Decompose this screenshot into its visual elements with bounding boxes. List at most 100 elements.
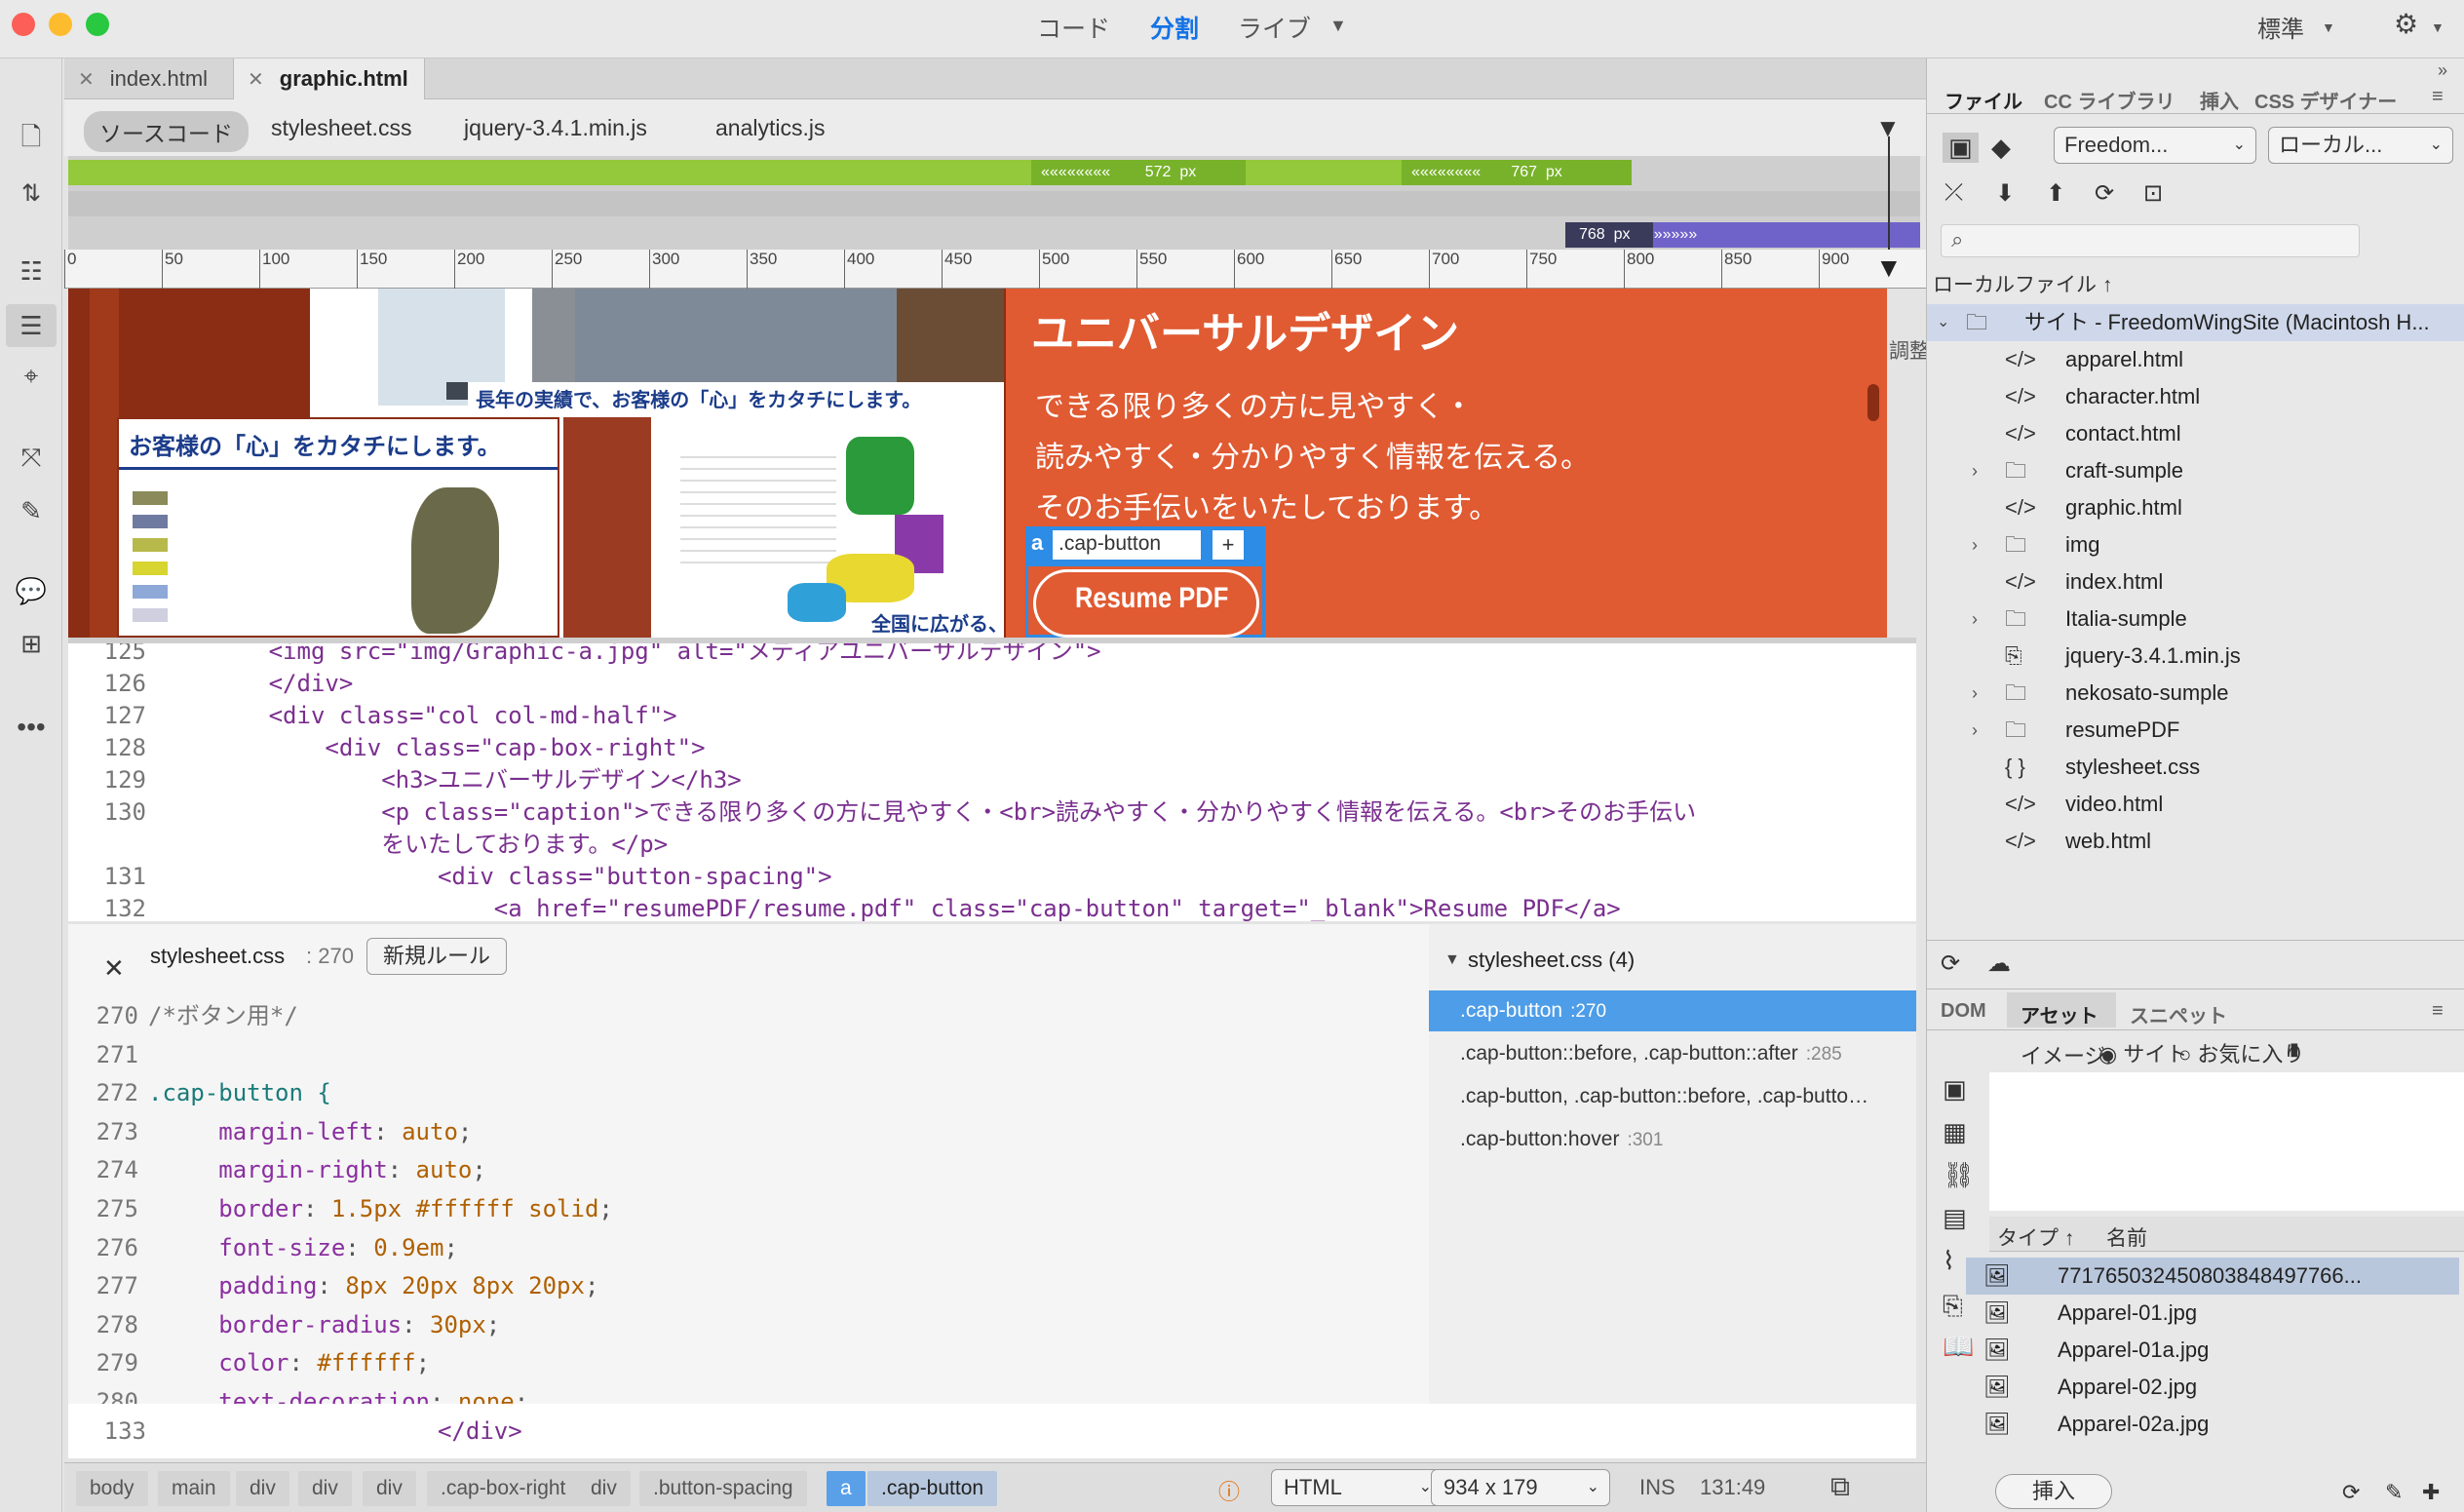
- code-navigator-icon[interactable]: ⊞: [6, 622, 57, 665]
- css-line[interactable]: 273 margin-left: auto;: [68, 1116, 473, 1147]
- panel-tab-cc-libraries[interactable]: CC ライブラリ: [2044, 86, 2175, 114]
- file-row[interactable]: { } stylesheet.css: [1927, 749, 2464, 786]
- wrap-tag-icon[interactable]: ✎: [6, 489, 57, 532]
- live-view[interactable]: 長年の実績で、お客様の「心」をカタチにします。 お客様の「心」をカタチにします。…: [68, 289, 1887, 638]
- comment-icon[interactable]: 💬: [6, 569, 57, 612]
- close-quick-edit-icon[interactable]: ✕: [103, 953, 125, 984]
- viewport-resize-handle-icon[interactable]: ▼: [1875, 253, 1903, 283]
- breadcrumb-item[interactable]: .button-spacing: [639, 1471, 807, 1506]
- file-search-input[interactable]: ⌕: [1941, 224, 2360, 257]
- cc-sync-icon[interactable]: ☁: [1987, 950, 2011, 978]
- breadcrumb-item[interactable]: body: [76, 1471, 148, 1506]
- asset-row[interactable]: 🖼 Apparel-02a.jpg: [1966, 1406, 2459, 1443]
- css-line[interactable]: 275 border: 1.5px #ffffff solid;: [68, 1193, 613, 1224]
- workspace-switcher[interactable]: 標準: [2257, 10, 2304, 44]
- breadcrumb-item[interactable]: div: [236, 1471, 289, 1506]
- add-favorite-icon[interactable]: ✚: [2422, 1480, 2440, 1505]
- view-menu-chevron-icon[interactable]: ▼: [1329, 16, 1347, 36]
- panel-tab-insert[interactable]: 挿入: [2200, 86, 2239, 114]
- asset-row[interactable]: 🖼 Apparel-01.jpg: [1966, 1295, 2459, 1332]
- breadcrumb-item[interactable]: a: [827, 1471, 866, 1506]
- code-line[interactable]: 129 <h3>ユニバーサルデザイン</h3>: [68, 764, 742, 795]
- css-line[interactable]: 274 margin-right: auto;: [68, 1154, 486, 1185]
- code-line[interactable]: 132 <a href="resumePDF/resume.pdf" class…: [68, 893, 1621, 921]
- workspace-chevron-icon[interactable]: ▼: [2322, 19, 2335, 35]
- add-class-button[interactable]: +: [1213, 530, 1244, 560]
- file-row[interactable]: › 🗀 resumePDF: [1927, 712, 2464, 749]
- css-line[interactable]: 276 font-size: 0.9em;: [68, 1232, 458, 1263]
- put-files-icon[interactable]: ⬆: [2046, 179, 2065, 208]
- assets-menu-icon[interactable]: ≡: [2432, 1000, 2444, 1023]
- live-code-icon[interactable]: ☷: [6, 250, 57, 292]
- breadcrumb-item[interactable]: div: [577, 1471, 631, 1506]
- expand-arrow-icon[interactable]: ›: [1972, 712, 1978, 749]
- more-tools-icon[interactable]: •••: [6, 706, 57, 749]
- document-type-select[interactable]: HTML ⌄: [1271, 1469, 1443, 1506]
- tab-assets[interactable]: アセット: [2021, 1000, 2098, 1028]
- edit-asset-icon[interactable]: ✎: [2385, 1480, 2403, 1505]
- expand-view-icon[interactable]: ⊡: [2143, 179, 2163, 208]
- mq-marker-767[interactable]: «««««««« 767 px: [1402, 160, 1632, 185]
- code-view[interactable]: 125 <img src="img/Graphic-a.jpg" alt="メデ…: [68, 643, 1916, 921]
- tab-graphic-html[interactable]: ✕ graphic.html: [234, 58, 425, 99]
- radio-favorites[interactable]: ○ お気に入り: [2178, 1037, 2304, 1068]
- file-row[interactable]: </> apparel.html: [1927, 341, 2464, 378]
- refresh-site-list-icon[interactable]: ⟳: [2342, 1480, 2360, 1505]
- site-select[interactable]: Freedom... ⌄: [2054, 127, 2256, 164]
- expand-arrow-icon[interactable]: ›: [1972, 601, 1978, 638]
- file-row[interactable]: </> video.html: [1927, 786, 2464, 823]
- col-name[interactable]: 名前: [2106, 1222, 2147, 1252]
- media-category-icon[interactable]: ▤: [1943, 1203, 1967, 1233]
- refresh-icon[interactable]: ⟳: [2095, 179, 2114, 208]
- file-row[interactable]: › 🗀 Italia-sumple: [1927, 601, 2464, 638]
- images-category-icon[interactable]: ▣: [1943, 1074, 1967, 1105]
- css-line[interactable]: 272 .cap-button {: [68, 1077, 331, 1108]
- css-line[interactable]: 271: [68, 1039, 148, 1070]
- css-rule-item[interactable]: .cap-button:270: [1429, 990, 1916, 1031]
- asset-row[interactable]: 🖼 771765032450803848497766...: [1966, 1258, 2459, 1295]
- file-management-icon[interactable]: ⇅: [6, 172, 57, 214]
- minimize-window-button[interactable]: [49, 13, 72, 36]
- code-line[interactable]: 131 <div class="button-spacing">: [68, 861, 832, 892]
- close-tab-icon[interactable]: ✕: [78, 67, 95, 92]
- disconnect-icon[interactable]: ⤫: [1944, 179, 1963, 207]
- live-scrollbar-thumb[interactable]: [1867, 384, 1879, 421]
- css-line[interactable]: 278 border-radius: 30px;: [68, 1309, 501, 1340]
- format-source-icon[interactable]: ☰: [6, 304, 57, 347]
- code-view-lower[interactable]: 133 </div>: [68, 1404, 1916, 1458]
- file-row[interactable]: </> graphic.html: [1927, 489, 2464, 526]
- panel-menu-icon[interactable]: ≡: [2432, 86, 2444, 108]
- breadcrumb-item[interactable]: main: [158, 1471, 230, 1506]
- code-line[interactable]: 130 <p class="caption">できる限り多くの方に見やすく・<b…: [68, 796, 1696, 828]
- site-root-row[interactable]: ⌄ 🗀 サイト - FreedomWingSite (Macintosh H..…: [1927, 304, 2464, 341]
- location-select[interactable]: ローカル... ⌄: [2268, 127, 2453, 164]
- open-document-icon[interactable]: 🗋: [6, 119, 57, 162]
- get-files-icon[interactable]: ⬇: [1995, 179, 2015, 208]
- file-row[interactable]: </> web.html: [1927, 823, 2464, 860]
- related-file-stylesheet[interactable]: stylesheet.css: [255, 111, 427, 145]
- collapse-icon[interactable]: ▼: [1444, 951, 1460, 969]
- panel-tab-files[interactable]: ファイル: [1944, 86, 2022, 114]
- settings-chevron-icon[interactable]: ▼: [2431, 19, 2445, 35]
- refresh-assets-icon[interactable]: ⟳: [1941, 950, 1960, 978]
- css-line[interactable]: 279 color: #ffffff;: [68, 1347, 430, 1378]
- expand-collapse-icon[interactable]: ⤧: [6, 437, 57, 480]
- file-row[interactable]: </> index.html: [1927, 563, 2464, 601]
- css-line[interactable]: 270 /*ボタン用*/: [68, 1000, 298, 1031]
- resume-pdf-button[interactable]: Resume PDF: [1033, 569, 1259, 638]
- code-line[interactable]: 127 <div class="col col-md-half">: [68, 700, 677, 731]
- breadcrumb-item[interactable]: .cap-box-right: [427, 1471, 580, 1506]
- radio-site[interactable]: ◉ サイト: [2098, 1037, 2187, 1068]
- insert-asset-button[interactable]: 挿入: [1995, 1474, 2112, 1509]
- zoom-window-button[interactable]: [86, 13, 109, 36]
- expand-arrow-icon[interactable]: ›: [1972, 675, 1978, 712]
- css-rule-item[interactable]: .cap-button:hover:301: [1429, 1119, 1916, 1160]
- view-live-tab[interactable]: ライブ: [1238, 10, 1311, 45]
- code-line[interactable]: をいたしております。</p>: [68, 829, 668, 860]
- file-row[interactable]: › 🗀 nekosato-sumple: [1927, 675, 2464, 712]
- local-files-header[interactable]: ローカルファイル ↑: [1933, 269, 2112, 298]
- css-rule-item[interactable]: .cap-button::before, .cap-button::after:…: [1429, 1033, 1916, 1074]
- related-file-analytics[interactable]: analytics.js: [700, 111, 840, 145]
- expand-arrow-icon[interactable]: ›: [1972, 526, 1978, 563]
- file-row[interactable]: › 🗀 img: [1927, 526, 2464, 563]
